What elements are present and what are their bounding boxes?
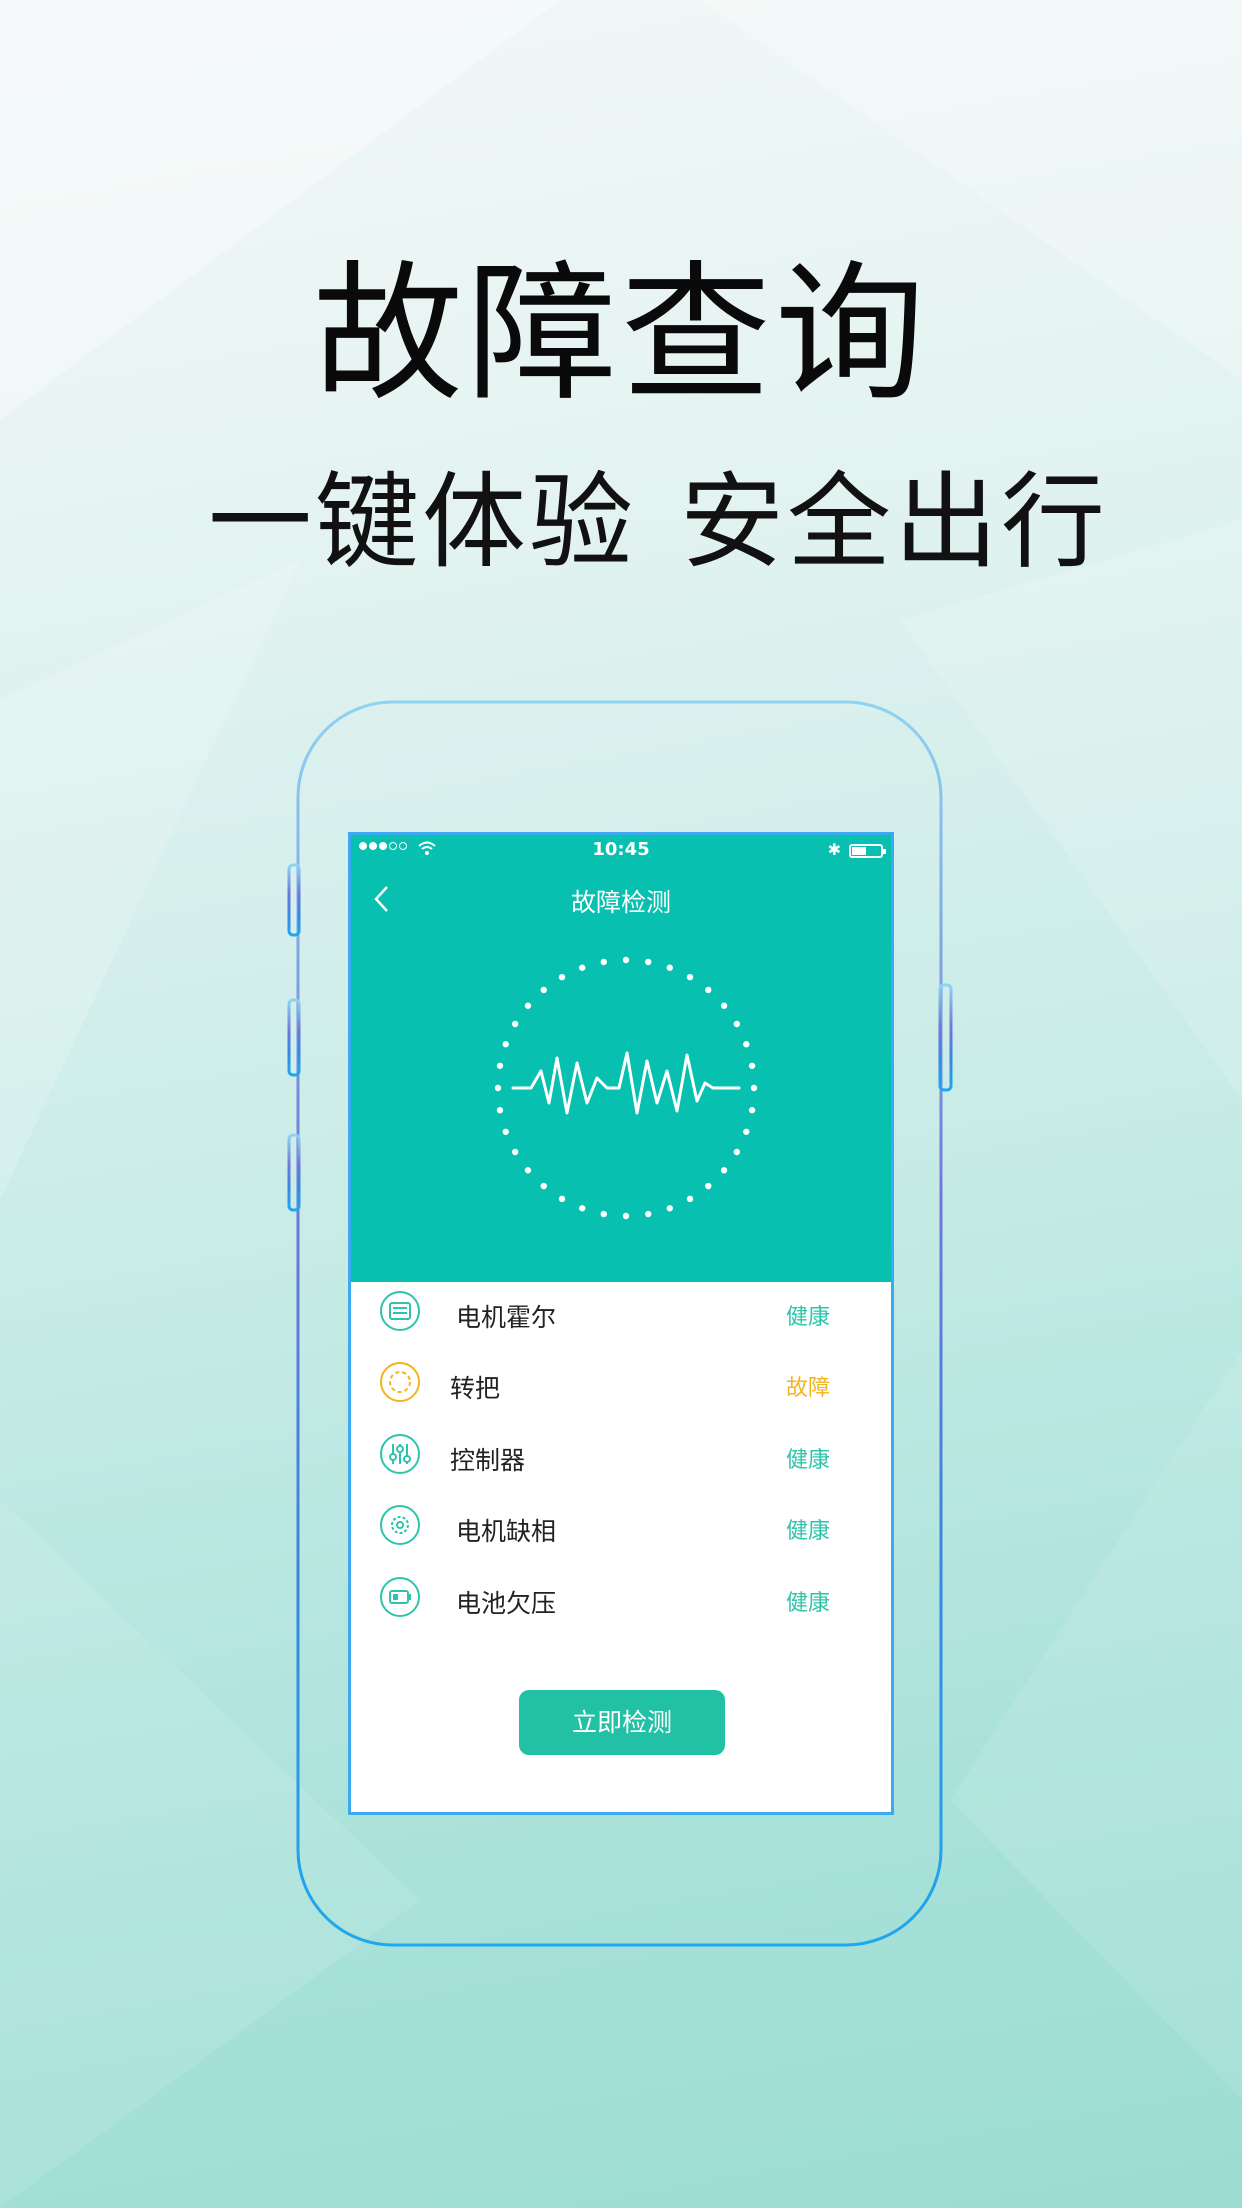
check-label: 电机霍尔	[456, 1303, 557, 1332]
ring-dot	[705, 986, 712, 994]
status-badge: 健康	[786, 1591, 831, 1616]
ring-dot	[524, 1002, 532, 1009]
ring-dot	[496, 1062, 504, 1069]
subline-right: 安全出行	[680, 461, 1109, 583]
status-badge: 健康	[786, 1519, 831, 1544]
list-item: 电池欠压 健康	[351, 1568, 891, 1628]
ring-dot	[622, 956, 630, 964]
ring-dot	[720, 1167, 728, 1174]
status-badge: 故障	[786, 1376, 831, 1401]
ring-dot	[743, 1041, 750, 1048]
headline: 故障查询	[312, 248, 929, 422]
page-title: 故障检测	[570, 888, 671, 917]
check-label: 转把	[450, 1374, 501, 1403]
ring-dot	[502, 1128, 509, 1135]
ring-dot	[524, 1167, 532, 1174]
ring-dot	[733, 1020, 741, 1028]
check-label: 电池欠压	[456, 1589, 557, 1618]
battery-indicator	[849, 844, 886, 858]
ring-dot	[502, 1041, 509, 1048]
ring-dot	[645, 958, 652, 966]
list-item: 电机霍尔 健康	[351, 1282, 891, 1342]
status-badge: 健康	[786, 1448, 831, 1473]
motor-icon	[380, 1291, 420, 1331]
sliders-icon	[380, 1434, 420, 1474]
check-label: 电机缺相	[456, 1517, 557, 1546]
header-panel: 10:45 ✱ 故障检测	[351, 835, 891, 1282]
ring-dot	[494, 1084, 502, 1092]
list-item: 转把 故障	[351, 1353, 891, 1413]
ring-dot	[579, 964, 586, 971]
ring-dot	[666, 1205, 673, 1212]
subline-left: 一键体验	[208, 461, 637, 583]
check-label: 控制器	[450, 1446, 526, 1475]
ring-dot	[511, 1148, 519, 1156]
gear-icon	[380, 1505, 420, 1545]
status-bar: 10:45 ✱	[351, 835, 891, 865]
ring-dot	[705, 1182, 712, 1190]
nav-bar: 故障检测	[351, 865, 891, 933]
heartbeat-scanner-icon	[494, 956, 758, 1220]
ring-dot	[748, 1107, 756, 1114]
ring-dot	[666, 964, 673, 971]
ring-dot	[558, 1195, 566, 1203]
status-time: 10:45	[592, 839, 650, 860]
ring-dot	[540, 1182, 547, 1190]
ring-dot	[686, 973, 694, 981]
ring-dot	[720, 1002, 728, 1009]
ring-dot	[748, 1062, 756, 1069]
ring-dot	[743, 1128, 750, 1135]
ring-dot	[600, 958, 607, 966]
status-badge: 健康	[786, 1305, 831, 1330]
list-item: 电机缺相 健康	[351, 1496, 891, 1556]
detect-now-button[interactable]: 立即检测	[519, 1690, 725, 1755]
ring-dot	[511, 1020, 519, 1028]
ring-dot	[622, 1212, 630, 1220]
ring-dot	[645, 1210, 652, 1218]
phone-screen: 10:45 ✱ 故障检测 电机霍尔 健康 转把 故障 控制器 健康 电机缺相 健…	[348, 832, 894, 1815]
ring-dot	[750, 1084, 758, 1092]
ring-dot	[496, 1107, 504, 1114]
battery-icon	[380, 1577, 420, 1617]
ring-dot	[733, 1148, 741, 1156]
ring-dot	[558, 973, 566, 981]
ring-dot	[579, 1205, 586, 1212]
ring-dot	[686, 1195, 694, 1203]
ring-icon	[380, 1362, 420, 1402]
bluetooth-icon: ✱	[827, 840, 841, 859]
list-item: 控制器 健康	[351, 1425, 891, 1485]
ring-dot	[600, 1210, 607, 1218]
ring-dot	[540, 986, 547, 994]
